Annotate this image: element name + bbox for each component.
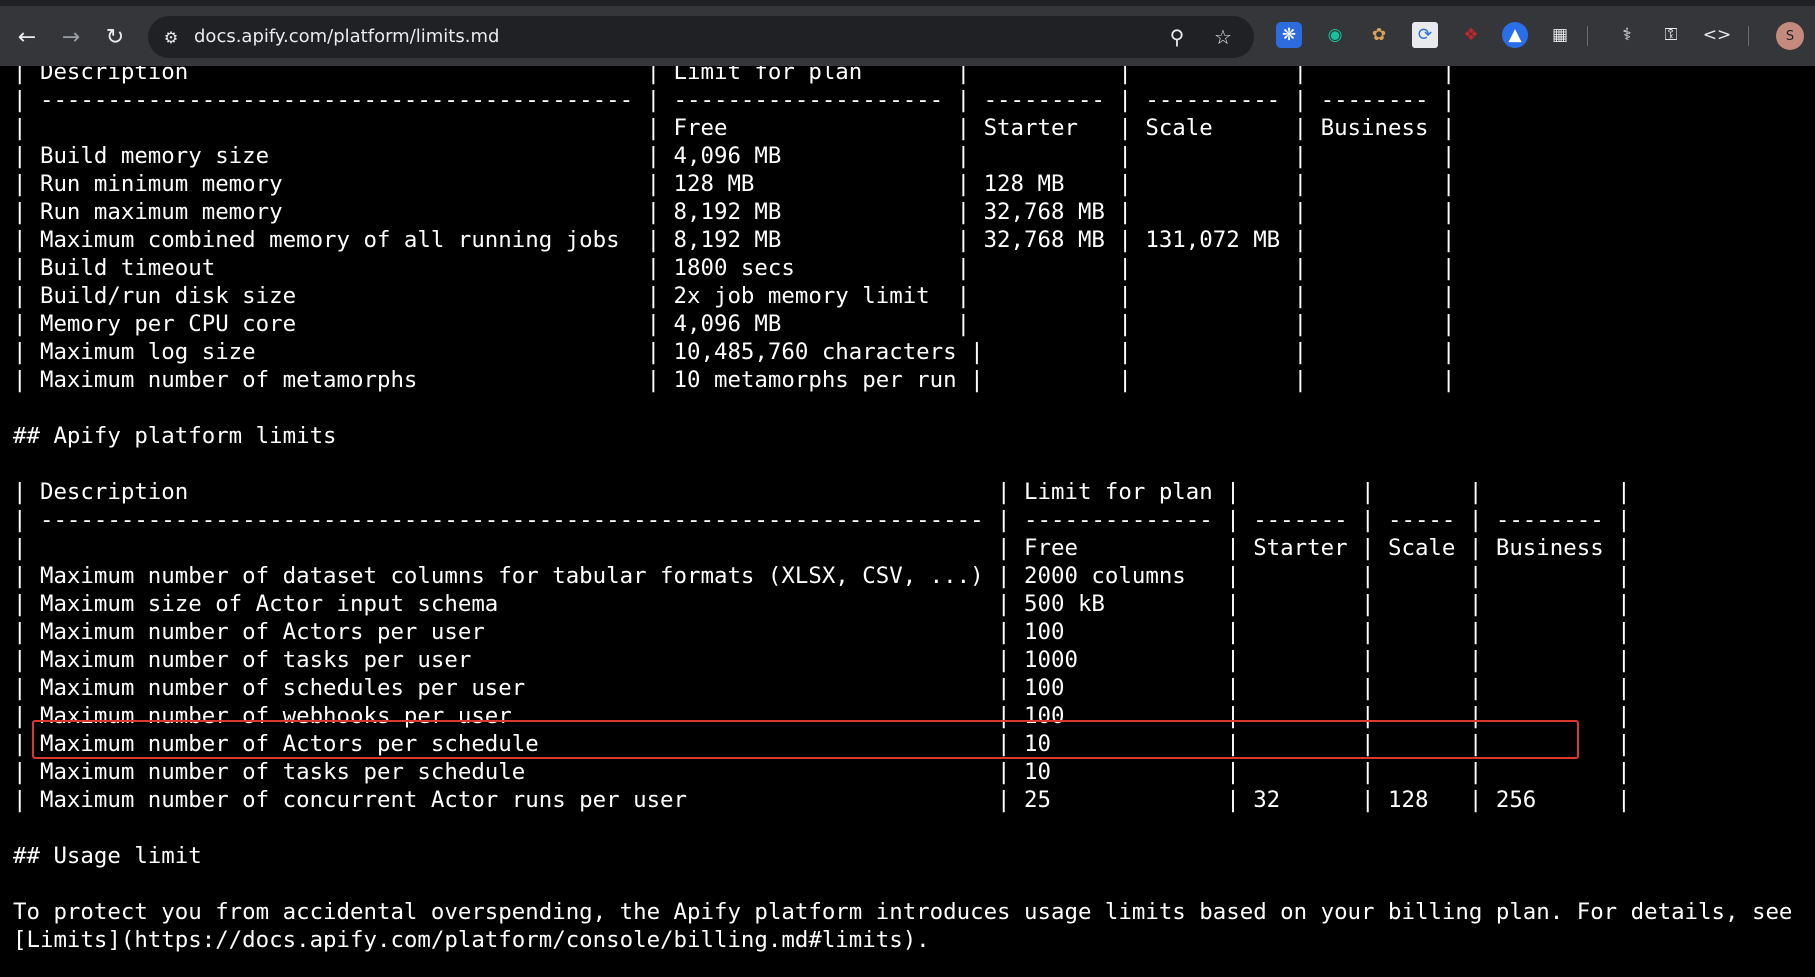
- table-line: | Maximum number of Actors per user | 10…: [13, 619, 1631, 645]
- bookmark-star-icon[interactable]: ☆: [1206, 20, 1240, 54]
- table-line: | Run minimum memory | 128 MB | 128 MB |…: [13, 171, 1456, 197]
- highlight-box: [32, 720, 1579, 759]
- table-line: | Maximum size of Actor input schema | 5…: [13, 591, 1631, 617]
- table-line: | Run maximum memory | 8,192 MB | 32,768…: [13, 199, 1456, 225]
- toolbar-divider: [1748, 26, 1749, 46]
- address-bar[interactable]: ⚙ docs.apify.com/platform/limits.md ⚲ ☆: [148, 16, 1254, 58]
- site-info-icon[interactable]: ⚙: [154, 20, 188, 54]
- reload-icon[interactable]: ↻: [98, 20, 132, 54]
- tab-strip-edge: [0, 0, 1815, 6]
- browser-toolbar: ← → ↻ ⚙ docs.apify.com/platform/limits.m…: [0, 0, 1815, 66]
- extension-grammarly-icon[interactable]: ◉: [1322, 22, 1348, 48]
- markdown-document: | Description | Limit for plan | | | | |…: [0, 66, 1815, 977]
- section-heading: ## Usage limit: [13, 843, 202, 869]
- profile-avatar[interactable]: S: [1776, 22, 1804, 50]
- extensions-puzzle-icon[interactable]: ▦: [1547, 22, 1573, 48]
- table-line: | Maximum combined memory of all running…: [13, 227, 1456, 253]
- toolbar-divider: [1587, 26, 1588, 46]
- section-heading: ## Apify platform limits: [13, 423, 337, 449]
- extension-vpn-icon[interactable]: ▲: [1502, 22, 1528, 48]
- back-arrow-icon[interactable]: ←: [10, 20, 44, 54]
- table-line: | | Free | Starter | Scale | Business |: [13, 115, 1456, 141]
- table-line: | Build timeout | 1800 secs | | | |: [13, 255, 1456, 281]
- incognito-icon[interactable]: ⚕: [1614, 22, 1640, 48]
- zoom-icon[interactable]: ⚲: [1160, 20, 1194, 54]
- forward-arrow-icon[interactable]: →: [54, 20, 88, 54]
- table-line: | Maximum number of schedules per user |…: [13, 675, 1631, 701]
- table-line: | Maximum number of tasks per schedule |…: [13, 759, 1631, 785]
- table-line: | | Free | Starter | Scale | Business |: [13, 535, 1631, 561]
- table-line: | Description | Limit for plan | | | |: [13, 479, 1631, 505]
- table-line: | Memory per CPU core | 4,096 MB | | | |: [13, 311, 1456, 337]
- extension-settings-icon[interactable]: ❋: [1276, 22, 1302, 48]
- devtools-code-icon[interactable]: <>: [1703, 22, 1732, 48]
- table-line: | --------------------------------------…: [13, 87, 1456, 113]
- extension-cookie-icon[interactable]: ✿: [1366, 22, 1392, 48]
- extension-screenshot-icon[interactable]: ⟳: [1412, 22, 1438, 48]
- table-line: | Maximum number of tasks per user | 100…: [13, 647, 1631, 673]
- url-text: docs.apify.com/platform/limits.md: [194, 26, 500, 47]
- password-key-icon[interactable]: ⚿: [1658, 22, 1684, 48]
- table-line: | Build memory size | 4,096 MB | | | |: [13, 143, 1456, 169]
- table-line: | Maximum log size | 10,485,760 characte…: [13, 339, 1456, 365]
- extension-bug-icon[interactable]: ❖: [1458, 22, 1484, 48]
- table-line: | Maximum number of dataset columns for …: [13, 563, 1631, 589]
- table-line: | Build/run disk size | 2x job memory li…: [13, 283, 1456, 309]
- table-line: | Description | Limit for plan | | | |: [13, 66, 1456, 85]
- paragraph-line: [Limits](https://docs.apify.com/platform…: [13, 927, 930, 953]
- table-line-highlighted: | Maximum number of concurrent Actor run…: [13, 787, 1631, 813]
- table-line: | --------------------------------------…: [13, 507, 1631, 533]
- paragraph-line: To protect you from accidental overspend…: [13, 899, 1793, 925]
- table-line: | Maximum number of metamorphs | 10 meta…: [13, 367, 1456, 393]
